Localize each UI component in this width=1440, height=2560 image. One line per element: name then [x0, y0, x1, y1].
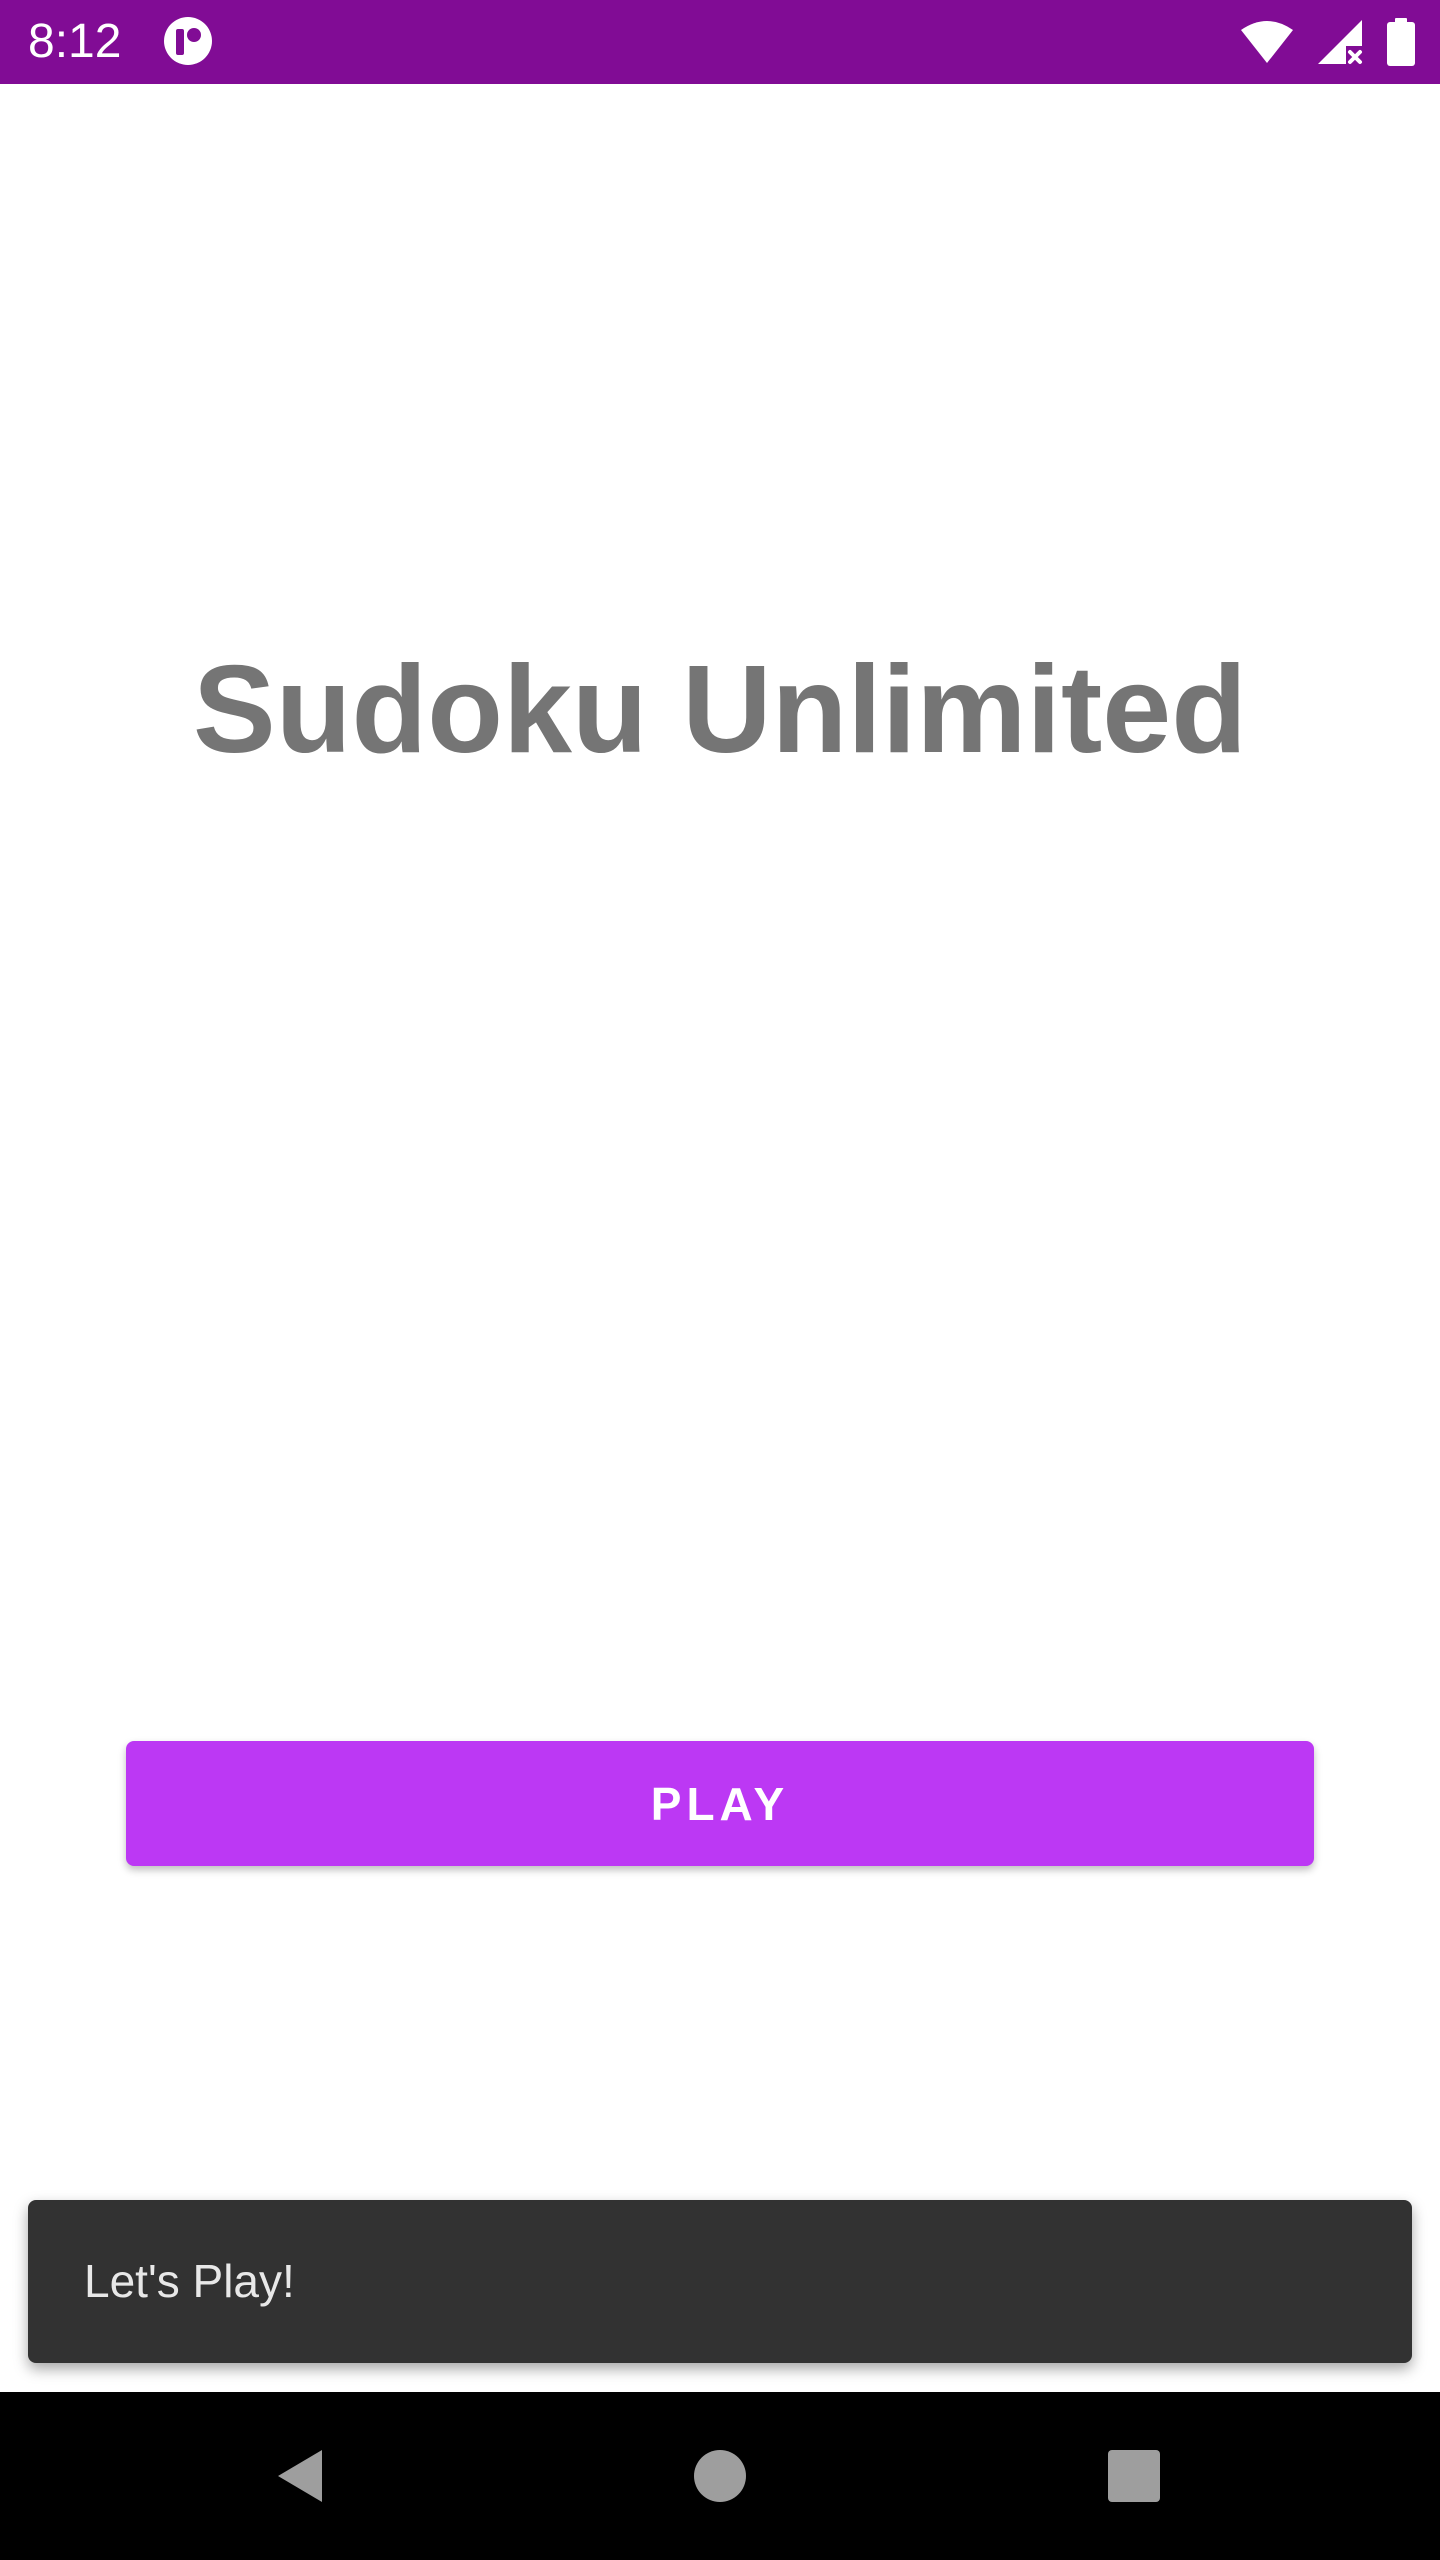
- navigation-bar: [0, 2392, 1440, 2560]
- home-icon: [694, 2450, 746, 2502]
- snackbar-message: Let's Play!: [84, 2255, 295, 2307]
- wifi-icon: [1241, 21, 1293, 63]
- back-button[interactable]: [258, 2434, 342, 2518]
- status-time: 8:12: [28, 15, 122, 68]
- status-icons: [1240, 16, 1416, 68]
- app-title: Sudoku Unlimited: [193, 641, 1247, 779]
- snackbar: Let's Play!: [28, 2200, 1412, 2363]
- battery-icon: [1387, 18, 1415, 66]
- screen: 8:12 Sudoku Unlimited PLAY Let's Play!: [0, 0, 1440, 2560]
- status-bar: 8:12: [0, 0, 1440, 84]
- home-button[interactable]: [678, 2434, 762, 2518]
- back-icon: [278, 2450, 322, 2502]
- recents-icon: [1108, 2450, 1160, 2502]
- cellular-no-signal-icon: [1318, 20, 1362, 64]
- play-button[interactable]: PLAY: [126, 1741, 1314, 1866]
- app-notification-icon: [164, 17, 212, 65]
- recents-button[interactable]: [1092, 2434, 1176, 2518]
